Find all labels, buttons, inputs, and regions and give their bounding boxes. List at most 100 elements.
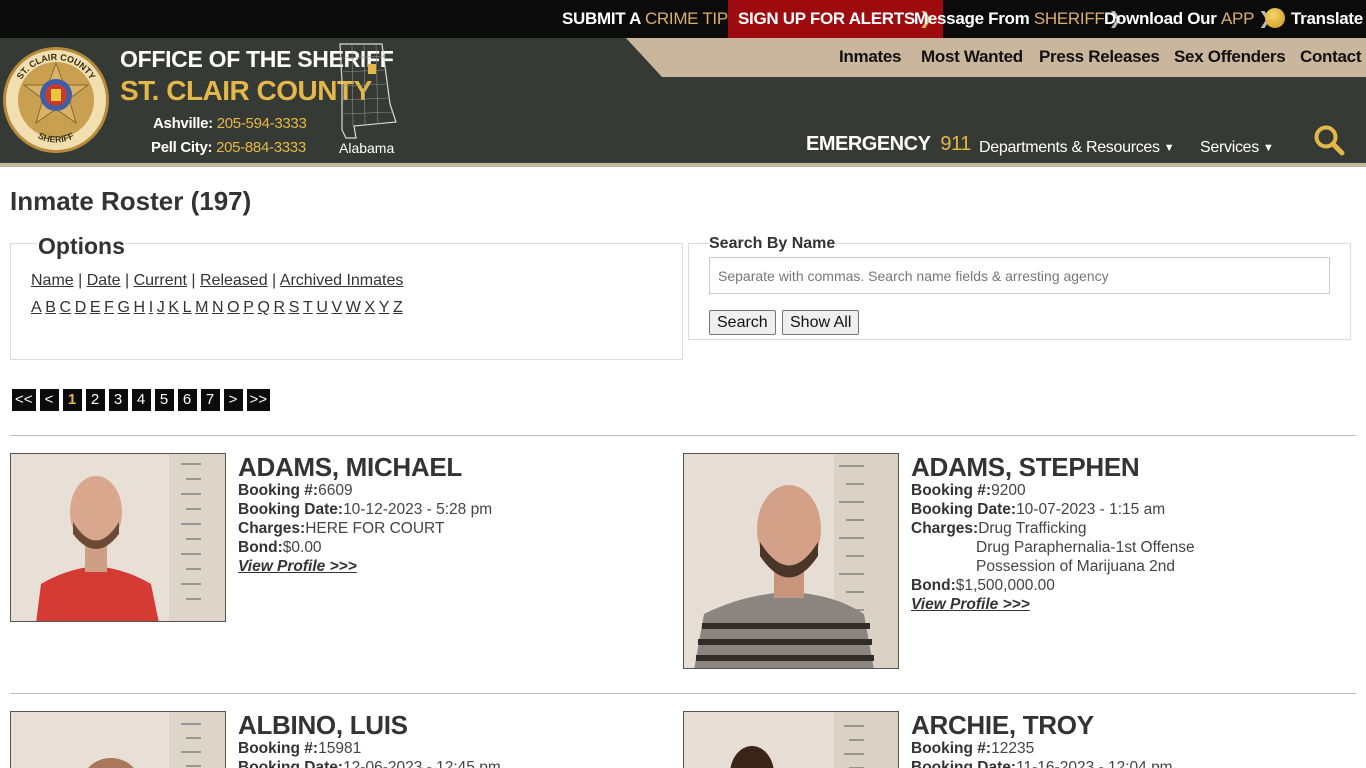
page-4-button[interactable]: 4 [131, 389, 151, 411]
page-next-button[interactable]: > [223, 389, 243, 411]
letter-filter-c[interactable]: C [60, 299, 72, 316]
emergency-number[interactable]: EMERGENCY 911 [806, 133, 971, 156]
inmate-photo[interactable] [683, 453, 899, 669]
letter-filter-b[interactable]: B [45, 299, 56, 316]
divider [10, 435, 1356, 436]
inmate-name: ADAMS, MICHAEL [238, 452, 463, 482]
nav-contact[interactable]: Contact [1300, 47, 1361, 67]
field-label: Booking Date: [238, 759, 344, 768]
field-label: Booking Date: [911, 759, 1017, 768]
inmate-photo[interactable] [10, 711, 226, 768]
departments-dropdown[interactable]: Departments & Resources ▼ [979, 139, 1175, 157]
search-button[interactable]: Search [709, 310, 776, 335]
sign-up-alerts-link[interactable]: SIGN UP FOR ALERTS ❯ [728, 0, 943, 38]
page-last-button[interactable]: >> [246, 389, 271, 411]
letter-filter-a[interactable]: A [31, 299, 42, 316]
page-prev-button[interactable]: < [39, 389, 59, 411]
letter-filter-q[interactable]: Q [257, 299, 269, 316]
archived-inmates-link[interactable]: Archived Inmates [280, 272, 404, 289]
field-label: Charges: [238, 520, 306, 537]
nav-sex-offenders[interactable]: Sex Offenders [1174, 47, 1286, 67]
field-value: 11-16-2023 - 12:04 pm [1016, 759, 1173, 768]
field-value: 9200 [991, 482, 1026, 499]
mugshot-placeholder [11, 454, 225, 621]
site-title-line2: ST. CLAIR COUNTY [120, 75, 372, 106]
booking-number: Booking #:9200 [911, 482, 1026, 500]
letter-filter-r[interactable]: R [274, 299, 286, 316]
field-value: 10-07-2023 - 1:15 am [1016, 501, 1166, 518]
letter-filter-m[interactable]: M [195, 299, 208, 316]
emergency-phone: 911 [940, 133, 971, 155]
nav-press-releases[interactable]: Press Releases [1039, 47, 1160, 67]
message-prefix: Message From [914, 9, 1034, 28]
letter-filter-t[interactable]: T [303, 299, 313, 316]
view-profile-link[interactable]: View Profile >>> [911, 596, 1030, 614]
alphabet-filter: ABCDEFGHIJKLMNOPQRSTUVWXYZ [31, 299, 406, 317]
nav-most-wanted[interactable]: Most Wanted [921, 47, 1023, 67]
filter-current-link[interactable]: Current [134, 272, 187, 289]
message-from-sheriff-link[interactable]: Message From SHERIFF ❯ [914, 0, 1123, 38]
chevron-down-icon: ▼ [1163, 142, 1175, 154]
page-title: Inmate Roster (197) [10, 186, 252, 216]
page-2-button[interactable]: 2 [85, 389, 105, 411]
page-first-button[interactable]: << [12, 389, 36, 411]
view-profile-link[interactable]: View Profile >>> [238, 558, 357, 576]
letter-filter-l[interactable]: L [183, 299, 192, 316]
page-3-button[interactable]: 3 [108, 389, 128, 411]
search-input[interactable] [709, 257, 1330, 294]
letter-filter-d[interactable]: D [75, 299, 87, 316]
services-dropdown[interactable]: Services ▼ [1200, 139, 1274, 157]
letter-filter-u[interactable]: U [316, 299, 328, 316]
sort-by-date-link[interactable]: Date [87, 272, 121, 289]
letter-filter-h[interactable]: H [134, 299, 146, 316]
phone-ashville[interactable]: Ashville: 205-594-3333 [153, 115, 307, 132]
page-6-button[interactable]: 6 [177, 389, 197, 411]
inmate-photo[interactable] [10, 453, 226, 622]
letter-filter-f[interactable]: F [104, 299, 114, 316]
divider [10, 693, 1356, 694]
letter-filter-j[interactable]: J [157, 299, 165, 316]
letter-filter-v[interactable]: V [331, 299, 342, 316]
letter-filter-s[interactable]: S [289, 299, 300, 316]
booking-number: Booking #:6609 [238, 482, 353, 500]
chevron-down-icon: ▼ [1262, 142, 1274, 154]
letter-filter-y[interactable]: Y [379, 299, 390, 316]
field-label: Booking #: [238, 740, 319, 757]
field-value: 6609 [318, 482, 353, 499]
letter-filter-e[interactable]: E [90, 299, 101, 316]
field-value: $1,500,000.00 [955, 577, 1055, 594]
nav-inmates[interactable]: Inmates [839, 47, 901, 67]
bond: Bond:$1,500,000.00 [911, 577, 1055, 595]
translate-label: Translate [1291, 9, 1363, 28]
letter-filter-o[interactable]: O [227, 299, 239, 316]
translate-link[interactable]: Translate [1265, 0, 1363, 38]
letter-filter-p[interactable]: P [243, 299, 254, 316]
page-7-button[interactable]: 7 [200, 389, 220, 411]
submit-crime-tip-link[interactable]: SUBMIT A CRIME TIP❯ [562, 0, 746, 38]
letter-filter-w[interactable]: W [346, 299, 361, 316]
page-5-button[interactable]: 5 [154, 389, 174, 411]
letter-filter-z[interactable]: Z [393, 299, 403, 316]
letter-filter-k[interactable]: K [168, 299, 179, 316]
letter-filter-x[interactable]: X [364, 299, 375, 316]
booking-date: Booking Date:12-06-2023 - 12:45 pm [238, 759, 501, 768]
search-icon[interactable] [1313, 124, 1345, 156]
letter-filter-n[interactable]: N [212, 299, 224, 316]
letter-filter-i[interactable]: I [149, 299, 153, 316]
alerts-label: SIGN UP FOR ALERTS [738, 9, 915, 28]
phone-pell-city[interactable]: Pell City: 205-884-3333 [151, 139, 306, 156]
page-1-button[interactable]: 1 [62, 389, 82, 411]
alabama-map-icon [339, 43, 397, 139]
sort-by-name-link[interactable]: Name [31, 272, 74, 289]
options-legend: Options [37, 233, 126, 260]
field-label: Booking #: [911, 740, 992, 757]
download-app-link[interactable]: Download Our APP❯ [1104, 0, 1272, 38]
sheriff-badge-logo[interactable]: ST. CLAIR COUNTY SHERIFF [2, 45, 110, 155]
show-all-button[interactable]: Show All [782, 310, 860, 335]
booking-date: Booking Date:11-16-2023 - 12:04 pm [911, 759, 1173, 768]
inmate-photo[interactable] [683, 711, 899, 768]
app-prefix: Download Our [1104, 9, 1221, 28]
filter-released-link[interactable]: Released [200, 272, 268, 289]
search-legend: Search By Name [709, 235, 836, 253]
letter-filter-g[interactable]: G [117, 299, 129, 316]
